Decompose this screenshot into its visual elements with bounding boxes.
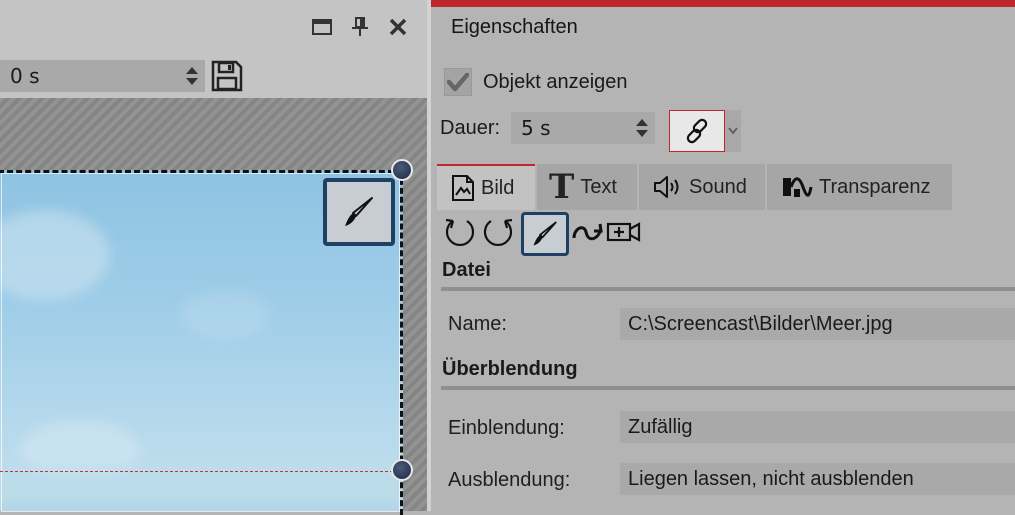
section-divider — [441, 386, 1015, 390]
duration-value: 5 s — [521, 116, 551, 140]
tab-sound[interactable]: Sound — [639, 164, 765, 210]
tab-bild[interactable]: Bild — [437, 164, 535, 210]
checkmark-icon — [447, 72, 469, 92]
panel-title: Eigenschaften — [451, 16, 578, 38]
fade-in-label: Einblendung: — [448, 417, 565, 439]
brush-icon — [533, 221, 557, 246]
guide-line — [0, 471, 403, 472]
spinner-arrows-icon[interactable] — [185, 66, 199, 86]
close-icon[interactable] — [385, 14, 411, 40]
rotate-right-icon[interactable] — [479, 212, 517, 252]
accent-bar — [431, 0, 1015, 7]
camera-add-icon[interactable] — [605, 212, 643, 252]
floppy-disk-icon[interactable] — [210, 59, 244, 93]
fade-out-label: Ausblendung: — [448, 469, 571, 491]
edit-tool-button[interactable] — [521, 212, 569, 256]
time-field[interactable]: 0 s — [0, 60, 205, 92]
image-icon — [451, 174, 475, 202]
show-object-label: Objekt anzeigen — [483, 70, 628, 93]
spinner-arrows-icon[interactable] — [635, 118, 649, 138]
section-divider — [441, 287, 1015, 291]
transparency-icon — [781, 174, 813, 200]
fade-out-select[interactable]: Liegen lassen, nicht ausblenden — [620, 463, 1015, 495]
preview-pane: 0 s — [0, 0, 427, 515]
resize-handle-top-right[interactable] — [391, 159, 413, 181]
chain-link-icon — [686, 118, 708, 144]
speaker-icon — [653, 174, 683, 200]
chevron-down-icon — [728, 127, 738, 135]
text-T-icon: T — [549, 167, 575, 207]
property-tabs: Bild T Text Sound Transparenz — [437, 164, 1015, 210]
pin-icon[interactable] — [347, 14, 373, 40]
edit-object-button[interactable] — [323, 178, 395, 246]
link-button[interactable] — [669, 110, 725, 152]
resize-handle-right[interactable] — [391, 459, 413, 481]
link-dropdown-toggle[interactable] — [725, 110, 741, 152]
curve-arrow-icon[interactable] — [569, 212, 607, 252]
properties-panel: Eigenschaften Objekt anzeigen Dauer: 5 s… — [431, 0, 1015, 511]
section-heading-transition: Überblendung — [442, 358, 578, 380]
maximize-icon[interactable] — [309, 14, 335, 40]
duration-label: Dauer: — [440, 117, 501, 139]
tab-transparenz-label: Transparenz — [819, 175, 931, 198]
tab-transparenz[interactable]: Transparenz — [767, 164, 952, 210]
preview-titlebar — [0, 0, 427, 55]
tab-text-label: Text — [580, 175, 617, 198]
stage-canvas[interactable] — [0, 98, 427, 515]
name-label: Name: — [448, 313, 507, 335]
tab-sound-label: Sound — [689, 175, 747, 198]
show-object-checkbox[interactable] — [444, 68, 472, 96]
brush-icon — [345, 197, 373, 226]
tab-bild-label: Bild — [481, 176, 515, 199]
file-name-field[interactable]: C:\Screencast\Bilder\Meer.jpg — [620, 308, 1015, 340]
fade-in-select[interactable]: Zufällig — [620, 411, 1015, 443]
duration-field[interactable]: 5 s — [511, 112, 655, 144]
time-field-value: 0 s — [10, 64, 40, 88]
show-object-row[interactable]: Objekt anzeigen — [444, 67, 628, 97]
section-heading-file: Datei — [442, 259, 491, 281]
preview-toolbar: 0 s — [0, 55, 427, 98]
rotate-left-icon[interactable] — [441, 212, 479, 252]
tab-text[interactable]: T Text — [537, 164, 637, 210]
